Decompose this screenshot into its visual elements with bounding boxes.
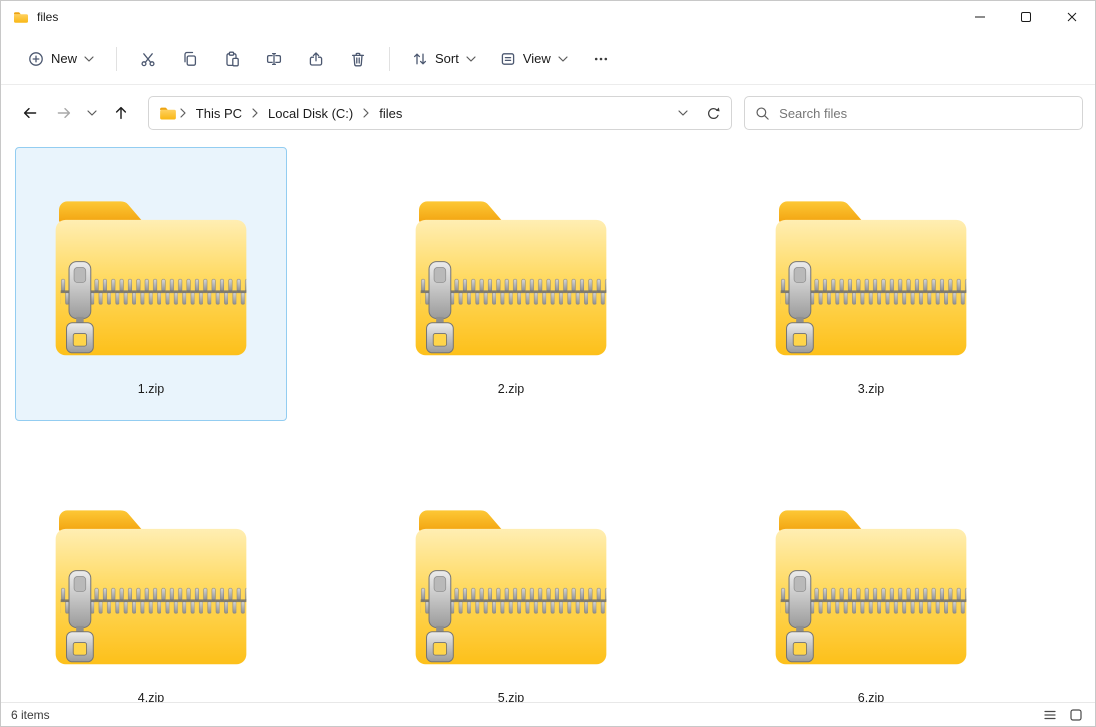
navigation-bar: This PC Local Disk (C:) files — [1, 85, 1095, 141]
rename-button[interactable] — [254, 41, 294, 77]
zip-folder-icon — [39, 178, 263, 362]
ellipsis-icon — [593, 51, 609, 67]
list-view-icon — [1043, 708, 1057, 722]
window-maximize-icon — [1020, 11, 1032, 23]
file-explorer-window: files New — [0, 0, 1096, 727]
sort-arrows-icon — [412, 51, 428, 67]
address-dropdown-button[interactable] — [669, 99, 697, 127]
chevron-down-icon — [84, 56, 94, 62]
window-close-icon — [1066, 11, 1078, 23]
search-icon — [755, 106, 770, 121]
copy-icon — [182, 51, 198, 67]
up-button[interactable] — [104, 96, 138, 130]
item-count: 6 items — [11, 708, 50, 722]
chevron-right-icon — [363, 108, 369, 118]
view-layout-icon — [500, 51, 516, 67]
copy-button[interactable] — [170, 41, 210, 77]
sort-button[interactable]: Sort — [401, 43, 487, 75]
window-title: files — [37, 10, 58, 24]
window-minimize-icon — [974, 11, 986, 23]
scissors-icon — [140, 51, 156, 67]
titlebar: files — [1, 1, 1095, 33]
details-view-button[interactable] — [1037, 705, 1063, 725]
zip-folder-icon — [39, 487, 263, 671]
clipboard-paste-icon — [224, 51, 240, 67]
view-button-label: View — [523, 51, 551, 66]
new-button[interactable]: New — [17, 43, 105, 75]
minimize-button[interactable] — [957, 1, 1003, 33]
plus-circle-icon — [28, 51, 44, 67]
delete-button[interactable] — [338, 41, 378, 77]
file-name: 2.zip — [498, 382, 524, 396]
refresh-icon — [706, 106, 721, 121]
sort-button-label: Sort — [435, 51, 459, 66]
cut-button[interactable] — [128, 41, 168, 77]
forward-button[interactable] — [47, 96, 81, 130]
window-controls — [957, 1, 1095, 33]
refresh-button[interactable] — [699, 99, 727, 127]
command-toolbar: New — [1, 33, 1095, 85]
zip-folder-icon — [399, 487, 623, 671]
file-name: 1.zip — [138, 382, 164, 396]
trash-icon — [350, 51, 366, 67]
back-button[interactable] — [13, 96, 47, 130]
file-name: 5.zip — [498, 691, 524, 702]
share-icon — [308, 51, 324, 67]
paste-button[interactable] — [212, 41, 252, 77]
file-item[interactable]: 3.zip — [735, 147, 1007, 421]
zip-folder-icon — [759, 487, 983, 671]
close-button[interactable] — [1049, 1, 1095, 33]
chevron-down-icon — [678, 110, 688, 116]
view-button[interactable]: View — [489, 43, 579, 75]
arrow-left-icon — [22, 105, 38, 121]
more-options-button[interactable] — [581, 41, 621, 77]
file-name: 6.zip — [858, 691, 884, 702]
toolbar-divider — [116, 47, 117, 71]
status-bar: 6 items — [1, 702, 1095, 726]
maximize-button[interactable] — [1003, 1, 1049, 33]
file-item[interactable]: 2.zip — [375, 147, 647, 421]
chevron-down-icon — [558, 56, 568, 62]
arrow-right-icon — [56, 105, 72, 121]
file-name: 4.zip — [138, 691, 164, 702]
location-folder-icon — [159, 106, 177, 121]
chevron-right-icon — [180, 108, 186, 118]
file-name: 3.zip — [858, 382, 884, 396]
share-button[interactable] — [296, 41, 336, 77]
zip-folder-icon — [759, 178, 983, 362]
breadcrumb-files[interactable]: files — [372, 102, 409, 125]
file-grid: 1.zip 2.zip 3.zip 4.zip 5.zip 6.zip — [1, 141, 1095, 702]
chevron-down-icon — [87, 110, 97, 116]
search-input[interactable] — [779, 106, 1072, 121]
address-bar[interactable]: This PC Local Disk (C:) files — [148, 96, 732, 130]
toolbar-divider — [389, 47, 390, 71]
chevron-right-icon — [252, 108, 258, 118]
arrow-up-icon — [113, 105, 129, 121]
rename-icon — [266, 51, 282, 67]
new-button-label: New — [51, 51, 77, 66]
file-item[interactable]: 1.zip — [15, 147, 287, 421]
file-item[interactable]: 6.zip — [735, 456, 1007, 702]
file-item[interactable]: 4.zip — [15, 456, 287, 702]
search-box — [744, 96, 1083, 130]
window-folder-icon — [13, 11, 29, 24]
thumbnail-view-button[interactable] — [1063, 705, 1089, 725]
file-item[interactable]: 5.zip — [375, 456, 647, 702]
chevron-down-icon — [466, 56, 476, 62]
breadcrumb-this-pc[interactable]: This PC — [189, 102, 249, 125]
thumbnail-view-icon — [1069, 708, 1083, 722]
zip-folder-icon — [399, 178, 623, 362]
breadcrumb-local-disk[interactable]: Local Disk (C:) — [261, 102, 360, 125]
recent-locations-button[interactable] — [80, 96, 104, 130]
